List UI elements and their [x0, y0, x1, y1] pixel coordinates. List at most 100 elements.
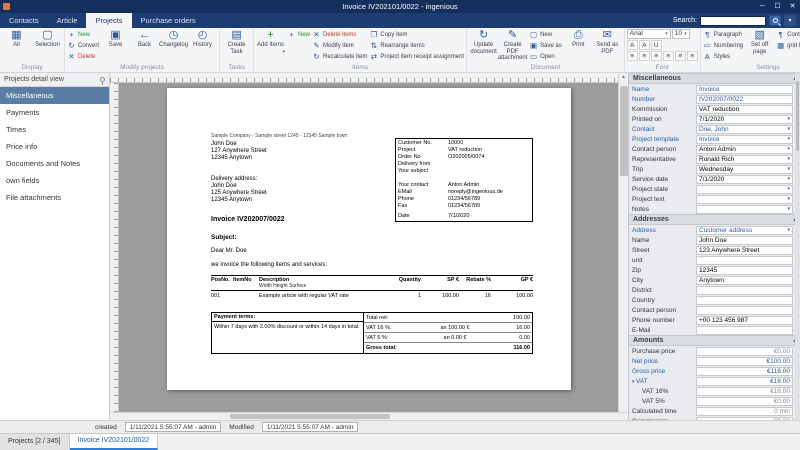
property-row[interactable]: Project template Invoice ▾	[629, 134, 800, 144]
set-off-page-button[interactable]: ▧ Set off page	[745, 29, 774, 55]
ribbon-tab[interactable]: Contacts	[0, 13, 48, 28]
create-task-button[interactable]: ▤ Create Task	[222, 29, 251, 55]
minimize-button[interactable]: ─	[755, 0, 770, 13]
align-button[interactable]: ≡	[650, 51, 662, 61]
property-row[interactable]: Project text ▾	[629, 194, 800, 204]
search-input[interactable]	[700, 15, 766, 26]
sidebar-item[interactable]: Miscellaneous	[0, 87, 109, 104]
property-value-field[interactable]: 0 min ▾	[696, 406, 793, 416]
scrollbar-thumb[interactable]	[619, 86, 628, 176]
property-row[interactable]: Calculated time 0 min ▾	[629, 406, 800, 416]
ribbon-button[interactable]: ✉ Send as PDF	[593, 29, 622, 55]
close-button[interactable]: ✕	[785, 0, 800, 13]
property-row[interactable]: Representative Ronald Rich ▾	[629, 154, 800, 164]
ribbon-button[interactable]: ↻ Recalculate item	[312, 51, 367, 62]
property-row[interactable]: Printed on 7/1/2020 ▾	[629, 114, 800, 124]
property-row[interactable]: VAT 16% €16.00 ▾	[629, 386, 800, 396]
property-row[interactable]: City Anytown ▾	[629, 275, 800, 285]
align-button[interactable]: ≡	[626, 51, 638, 61]
ribbon-button[interactable]: ✕ Delete items	[312, 29, 367, 40]
property-row[interactable]: Zip 12345 ▾	[629, 265, 800, 275]
ribbon-button[interactable]: ▣ Save as	[529, 40, 562, 51]
maximize-button[interactable]: ☐	[770, 0, 785, 13]
property-row[interactable]: Purchase price €0.00 ▾	[629, 346, 800, 356]
ribbon-button[interactable]: ← Back	[130, 29, 159, 49]
ribbon-button[interactable]: ◴ History	[188, 29, 217, 49]
ribbon-button[interactable]: ≔ Numbering	[703, 40, 744, 51]
ribbon-button[interactable]: ▣ Save	[101, 29, 130, 49]
chevron-down-icon[interactable]: ▾	[787, 227, 790, 233]
search-options-button[interactable]: ▾	[784, 15, 796, 26]
sidebar-item[interactable]: Price info	[0, 138, 109, 155]
ribbon-button[interactable]: ✎ Modify item	[312, 40, 367, 51]
chevron-down-icon[interactable]: ▾	[787, 116, 790, 122]
property-row[interactable]: Street 123 Anywhere Street ▾	[629, 245, 800, 255]
ribbon-button[interactable]: ❐ Copy item	[369, 29, 464, 40]
property-value-field[interactable]: €0.00 ▾	[696, 346, 793, 356]
sidebar-item[interactable]: Times	[0, 121, 109, 138]
pin-icon[interactable]	[100, 77, 105, 85]
ribbon-button[interactable]: ◷ Changelog	[159, 29, 188, 49]
property-row[interactable]: Contact person Anton Admin ▾	[629, 144, 800, 154]
property-row[interactable]: Name John Doe ▾	[629, 235, 800, 245]
property-value-field[interactable]: Invoice ▾	[696, 134, 793, 144]
font-size-select[interactable]: 10 ▾	[671, 29, 690, 39]
ribbon-button[interactable]: ▦ grid lines	[776, 40, 800, 51]
align-button[interactable]: ≡	[674, 51, 686, 61]
ribbon-button[interactable]: ¶ Paragraph	[703, 29, 743, 40]
property-row[interactable]: Commission €0.00 ▾	[629, 416, 800, 420]
ribbon-button[interactable]: ↻ Update document	[469, 29, 498, 62]
property-row[interactable]: Gross price €116.00 ▾	[629, 366, 800, 376]
horizontal-scrollbar[interactable]	[110, 412, 628, 420]
property-value-field[interactable]: ▾	[696, 295, 793, 305]
property-value-field[interactable]: ▾	[696, 305, 793, 315]
property-value-field[interactable]: 123 Anywhere Street ▾	[696, 245, 793, 255]
ribbon-button[interactable]: ▢ New	[529, 29, 562, 40]
property-value-field[interactable]: Doe, John ▾	[696, 124, 793, 134]
chevron-down-icon[interactable]: ▾	[787, 146, 790, 152]
ribbon-button[interactable]: ▢ Selection	[33, 29, 62, 49]
ribbon-tab[interactable]: Projects	[86, 13, 132, 28]
sidebar-item[interactable]: own fields	[0, 172, 109, 189]
property-value-field[interactable]: 7/1/2020 ▾	[696, 174, 793, 184]
document-tab[interactable]: Invoice IV202101/0022	[69, 434, 159, 450]
property-row[interactable]: Kommission VAT reduction ▾	[629, 104, 800, 114]
property-row[interactable]: VAT €16.00 ▾	[629, 376, 800, 386]
chevron-down-icon[interactable]: ▾	[787, 206, 790, 212]
property-value-field[interactable]: John Doe ▾	[696, 235, 793, 245]
property-row[interactable]: Service date 7/1/2020 ▾	[629, 174, 800, 184]
property-value-field[interactable]: VAT reduction ▾	[696, 104, 793, 114]
property-value-field[interactable]: 12345 ▾	[696, 265, 793, 275]
property-row[interactable]: District ▾	[629, 285, 800, 295]
property-value-field[interactable]: Anton Admin ▾	[696, 144, 793, 154]
property-value-field[interactable]: ▾	[696, 184, 793, 194]
ribbon-button[interactable]: ⇄ Project item receipt assignment	[369, 51, 464, 62]
property-value-field[interactable]: €16.00 ▾	[696, 376, 793, 386]
ribbon-button[interactable]: ✎ Create PDF attachment	[498, 29, 528, 62]
section-header-addresses[interactable]: Addresses ▴	[629, 214, 800, 225]
ribbon-tab[interactable]: Purchase orders	[132, 13, 205, 28]
font-style-button[interactable]: A	[626, 40, 638, 50]
property-value-field[interactable]: ▾	[696, 325, 793, 335]
chevron-down-icon[interactable]: ▾	[787, 166, 790, 172]
ribbon-button[interactable]: ▭ Open	[529, 51, 562, 62]
property-value-field[interactable]: 7/1/2020 ▾	[696, 114, 793, 124]
scroll-up-icon[interactable]: ▲	[621, 73, 626, 82]
property-value-field[interactable]: Anytown ▾	[696, 275, 793, 285]
property-row[interactable]: VAT 5% €0.00 ▾	[629, 396, 800, 406]
ribbon-button[interactable]: ⇅ Rearrange items	[369, 40, 464, 51]
ribbon-button[interactable]: A Styles	[703, 51, 743, 62]
panel-scrollbar[interactable]	[795, 73, 800, 420]
property-row[interactable]: Address Customer address ▾	[629, 225, 800, 235]
property-row[interactable]: Project state ▾	[629, 184, 800, 194]
property-row[interactable]: Name Invoice ▾	[629, 84, 800, 94]
chevron-down-icon[interactable]: ▾	[787, 196, 790, 202]
font-family-select[interactable]: Arial ▾	[626, 29, 671, 39]
chevron-down-icon[interactable]: ▾	[787, 136, 790, 142]
sidebar-item[interactable]: Documents and Notes	[0, 155, 109, 172]
property-value-field[interactable]: Customer address ▾	[696, 225, 793, 235]
property-row[interactable]: unit ▾	[629, 255, 800, 265]
chevron-down-icon[interactable]: ▾	[787, 156, 790, 162]
property-value-field[interactable]: IV202007/0022 ▾	[696, 94, 793, 104]
property-value-field[interactable]: ▾	[696, 255, 793, 265]
